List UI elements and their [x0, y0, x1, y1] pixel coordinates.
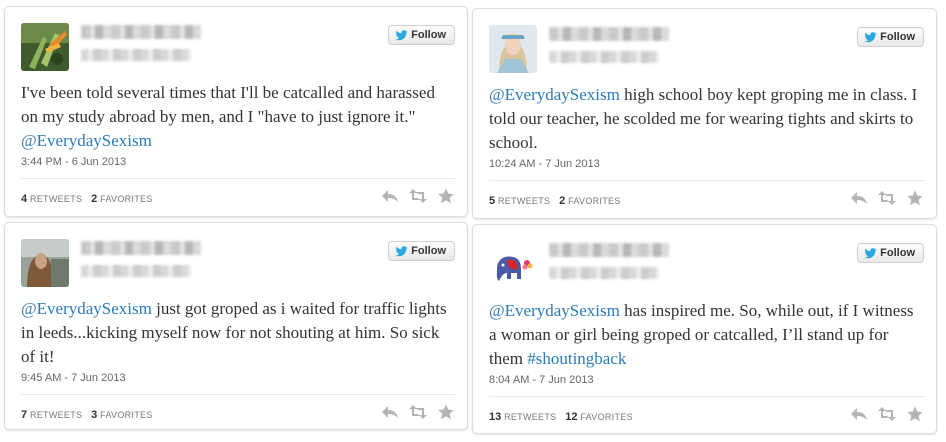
- retweet-count[interactable]: 7: [21, 409, 27, 421]
- avatar[interactable]: [21, 239, 69, 287]
- user-handle-redacted: [81, 49, 191, 61]
- retweets-label: RETWEETS: [29, 194, 83, 204]
- tweet-body: I've been told several times that I'll b…: [21, 83, 435, 126]
- favorites-label: FAVORITES: [100, 410, 153, 420]
- tweet-actions: [381, 188, 455, 204]
- reply-icon[interactable]: [850, 406, 868, 422]
- tweet-stats: 4 RETWEETS 2 FAVORITES: [21, 193, 153, 205]
- favorite-count[interactable]: 2: [91, 193, 97, 205]
- follow-button[interactable]: Follow: [857, 27, 924, 47]
- favorite-count[interactable]: 12: [565, 411, 577, 423]
- star-icon[interactable]: [437, 188, 455, 204]
- retweet-icon[interactable]: [878, 190, 896, 206]
- twitter-bird-icon: [395, 29, 408, 41]
- reply-icon[interactable]: [850, 190, 868, 206]
- tweet-text: @EverydaySexism high school boy kept gro…: [489, 83, 922, 155]
- user-handle-redacted: [549, 267, 659, 279]
- retweet-count[interactable]: 5: [489, 195, 495, 207]
- follow-button[interactable]: Follow: [388, 25, 455, 45]
- retweet-icon[interactable]: [409, 404, 427, 420]
- tweet-actions: [850, 190, 924, 206]
- tweet-card: Follow I've been told several times that…: [4, 6, 468, 217]
- divider: [489, 180, 924, 181]
- follow-button[interactable]: Follow: [857, 243, 924, 263]
- retweets-label: RETWEETS: [504, 412, 557, 422]
- tweet-text: @EverydaySexism just got groped as i wai…: [21, 297, 453, 369]
- follow-label: Follow: [880, 247, 915, 259]
- retweets-label: RETWEETS: [29, 410, 83, 420]
- follow-label: Follow: [411, 245, 446, 257]
- reply-icon[interactable]: [381, 188, 399, 204]
- user-name-redacted: [549, 27, 669, 41]
- divider: [21, 394, 455, 395]
- tweet-timestamp[interactable]: 9:45 AM - 7 Jun 2013: [21, 372, 126, 384]
- star-icon[interactable]: [906, 406, 924, 422]
- mention-link[interactable]: @EverydaySexism: [489, 301, 620, 320]
- star-icon[interactable]: [437, 404, 455, 420]
- user-name-redacted: [81, 241, 201, 255]
- tweet-actions: [850, 406, 924, 422]
- tweet-stats: 5 RETWEETS 2 FAVORITES: [489, 195, 621, 207]
- mention-link[interactable]: @EverydaySexism: [21, 299, 152, 318]
- tweet-text: @EverydaySexism has inspired me. So, whi…: [489, 299, 922, 371]
- avatar[interactable]: [21, 23, 69, 71]
- tweet-timestamp[interactable]: 3:44 PM - 6 Jun 2013: [21, 156, 126, 168]
- tweet-text: I've been told several times that I'll b…: [21, 81, 453, 153]
- retweet-count[interactable]: 4: [21, 193, 27, 205]
- user-handle-redacted: [549, 51, 659, 63]
- twitter-bird-icon: [395, 245, 408, 257]
- favorites-label: FAVORITES: [100, 194, 153, 204]
- divider: [21, 178, 455, 179]
- follow-button[interactable]: Follow: [388, 241, 455, 261]
- tweet-card: Follow @EverydaySexism high school boy k…: [472, 8, 937, 219]
- mention-link[interactable]: @EverydaySexism: [489, 85, 620, 104]
- follow-label: Follow: [880, 31, 915, 43]
- favorites-label: FAVORITES: [580, 412, 633, 422]
- tweet-stats: 13 RETWEETS 12 FAVORITES: [489, 411, 633, 423]
- favorites-label: FAVORITES: [568, 196, 621, 206]
- star-icon[interactable]: [906, 190, 924, 206]
- avatar[interactable]: [489, 241, 537, 289]
- tweet-card: Follow @EverydaySexism has inspired me. …: [472, 224, 937, 434]
- tweet-timestamp[interactable]: 8:04 AM - 7 Jun 2013: [489, 374, 594, 386]
- user-name-redacted: [549, 243, 669, 257]
- retweet-count[interactable]: 13: [489, 411, 501, 423]
- tweet-timestamp[interactable]: 10:24 AM - 7 Jun 2013: [489, 158, 600, 170]
- follow-label: Follow: [411, 29, 446, 41]
- tweet-stats: 7 RETWEETS 3 FAVORITES: [21, 409, 153, 421]
- user-handle-redacted: [81, 265, 191, 277]
- divider: [489, 396, 924, 397]
- twitter-bird-icon: [864, 247, 877, 259]
- mention-link[interactable]: @EverydaySexism: [21, 131, 152, 150]
- favorite-count[interactable]: 3: [91, 409, 97, 421]
- reply-icon[interactable]: [381, 404, 399, 420]
- tweet-actions: [381, 404, 455, 420]
- retweet-icon[interactable]: [878, 406, 896, 422]
- twitter-bird-icon: [864, 31, 877, 43]
- tweet-card: Follow @EverydaySexism just got groped a…: [4, 222, 468, 430]
- hashtag-link[interactable]: #shoutingback: [527, 349, 626, 368]
- favorite-count[interactable]: 2: [559, 195, 565, 207]
- retweet-icon[interactable]: [409, 188, 427, 204]
- user-name-redacted: [81, 25, 201, 39]
- retweets-label: RETWEETS: [497, 196, 551, 206]
- avatar[interactable]: [489, 25, 537, 73]
